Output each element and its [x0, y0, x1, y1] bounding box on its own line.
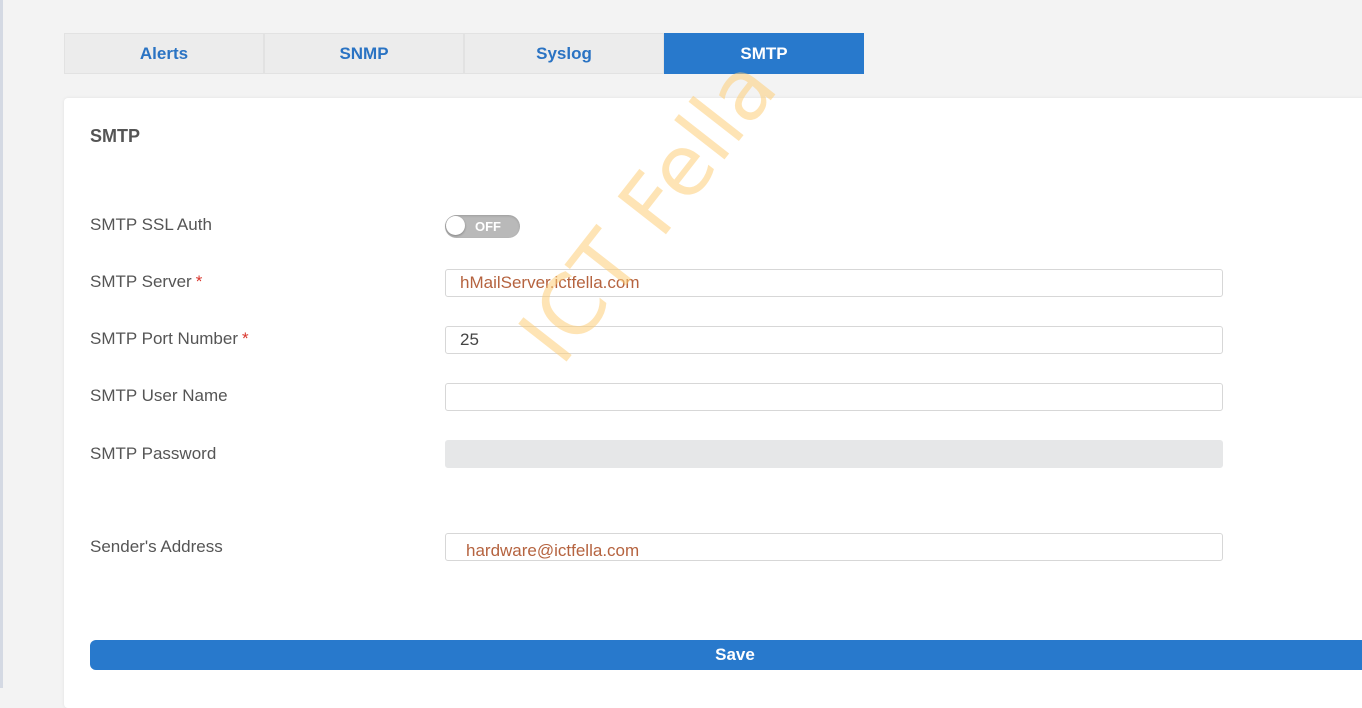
- smtp-server-input[interactable]: hMailServer.ictfella.com: [445, 269, 1223, 297]
- smtp-port-input[interactable]: 25: [445, 326, 1223, 354]
- save-button[interactable]: Save: [90, 640, 1362, 670]
- smtp-server-value: hMailServer.ictfella.com: [460, 273, 640, 292]
- smtp-server-label-text: SMTP Server: [90, 272, 192, 291]
- smtp-username-label: SMTP User Name: [90, 386, 228, 405]
- smtp-port-value: 25: [460, 330, 479, 349]
- smtp-server-label: SMTP Server *: [90, 272, 202, 292]
- ssl-auth-toggle[interactable]: OFF: [445, 215, 520, 238]
- required-mark: *: [242, 329, 249, 348]
- ssl-auth-label: SMTP SSL Auth: [90, 215, 212, 234]
- required-mark: *: [195, 272, 203, 291]
- sender-address-value: hardware@ictfella.com: [466, 541, 640, 560]
- smtp-password-input[interactable]: [445, 440, 1223, 468]
- sender-address-input[interactable]: hardware@ictfella.com: [445, 533, 1223, 561]
- sender-address-label: Sender's Address: [90, 537, 223, 556]
- tab-syslog[interactable]: Syslog: [464, 33, 664, 74]
- smtp-panel: SMTP SMTP SSL Auth OFF SMTP Server * hMai…: [64, 98, 1362, 708]
- tab-smtp[interactable]: SMTP: [664, 33, 864, 74]
- smtp-username-input[interactable]: [445, 383, 1223, 411]
- tab-bar: Alerts SNMP Syslog SMTP: [64, 33, 864, 74]
- tab-snmp[interactable]: SNMP: [264, 33, 464, 74]
- panel-title: SMTP: [90, 126, 141, 146]
- toggle-state-text: OFF: [475, 219, 501, 234]
- tab-alerts[interactable]: Alerts: [64, 33, 264, 74]
- page-left-border: [0, 0, 3, 688]
- smtp-password-label: SMTP Password: [90, 444, 217, 463]
- smtp-port-label-text: SMTP Port Number: [90, 329, 239, 348]
- toggle-knob: [446, 216, 465, 235]
- smtp-port-label: SMTP Port Number *: [90, 329, 249, 349]
